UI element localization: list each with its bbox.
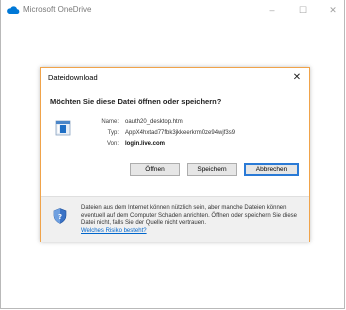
dialog-titlebar: Dateidownload ✕ [41,68,309,88]
file-htm-icon [55,120,71,136]
dialog-title: Dateidownload [48,73,98,82]
window-title: Microsoft OneDrive [23,5,92,14]
file-name-label: Name: [101,119,119,125]
security-warning-panel: ? Dateien aus dem Internet können nützli… [41,196,309,242]
file-type-label: Typ: [107,130,119,136]
close-window-button[interactable]: ✕ [324,3,342,17]
dialog-close-button[interactable]: ✕ [290,71,304,85]
file-type-value: AppX4hxtad77fbk3jkkeerkrm0ze94wjf3s9 [125,130,236,136]
open-button[interactable]: Öffnen [130,163,180,176]
warning-text-block: Dateien aus dem Internet können nützlich… [81,205,306,235]
file-source-label: Von: [106,141,119,147]
warning-message: Dateien aus dem Internet können nützlich… [81,205,298,226]
maximize-button[interactable]: ☐ [294,3,312,17]
security-shield-icon: ? [53,208,67,224]
save-button[interactable]: Speichern [187,163,237,176]
window-titlebar: Microsoft OneDrive – ☐ ✕ [1,0,344,22]
file-source-value: login.live.com [125,141,166,147]
cancel-button[interactable]: Abbrechen [244,163,299,176]
minimize-button[interactable]: – [263,3,281,17]
file-name-value: oauth20_desktop.htm [125,119,183,125]
onedrive-cloud-icon [7,6,20,14]
risk-info-link[interactable]: Welches Risiko besteht? [81,228,306,236]
dialog-question: Möchten Sie diese Datei öffnen oder spei… [50,97,222,106]
onedrive-window: Microsoft OneDrive – ☐ ✕ Dateidownload ✕… [0,0,345,309]
file-download-dialog: Dateidownload ✕ Möchten Sie diese Datei … [40,67,310,242]
svg-text:?: ? [58,213,62,221]
